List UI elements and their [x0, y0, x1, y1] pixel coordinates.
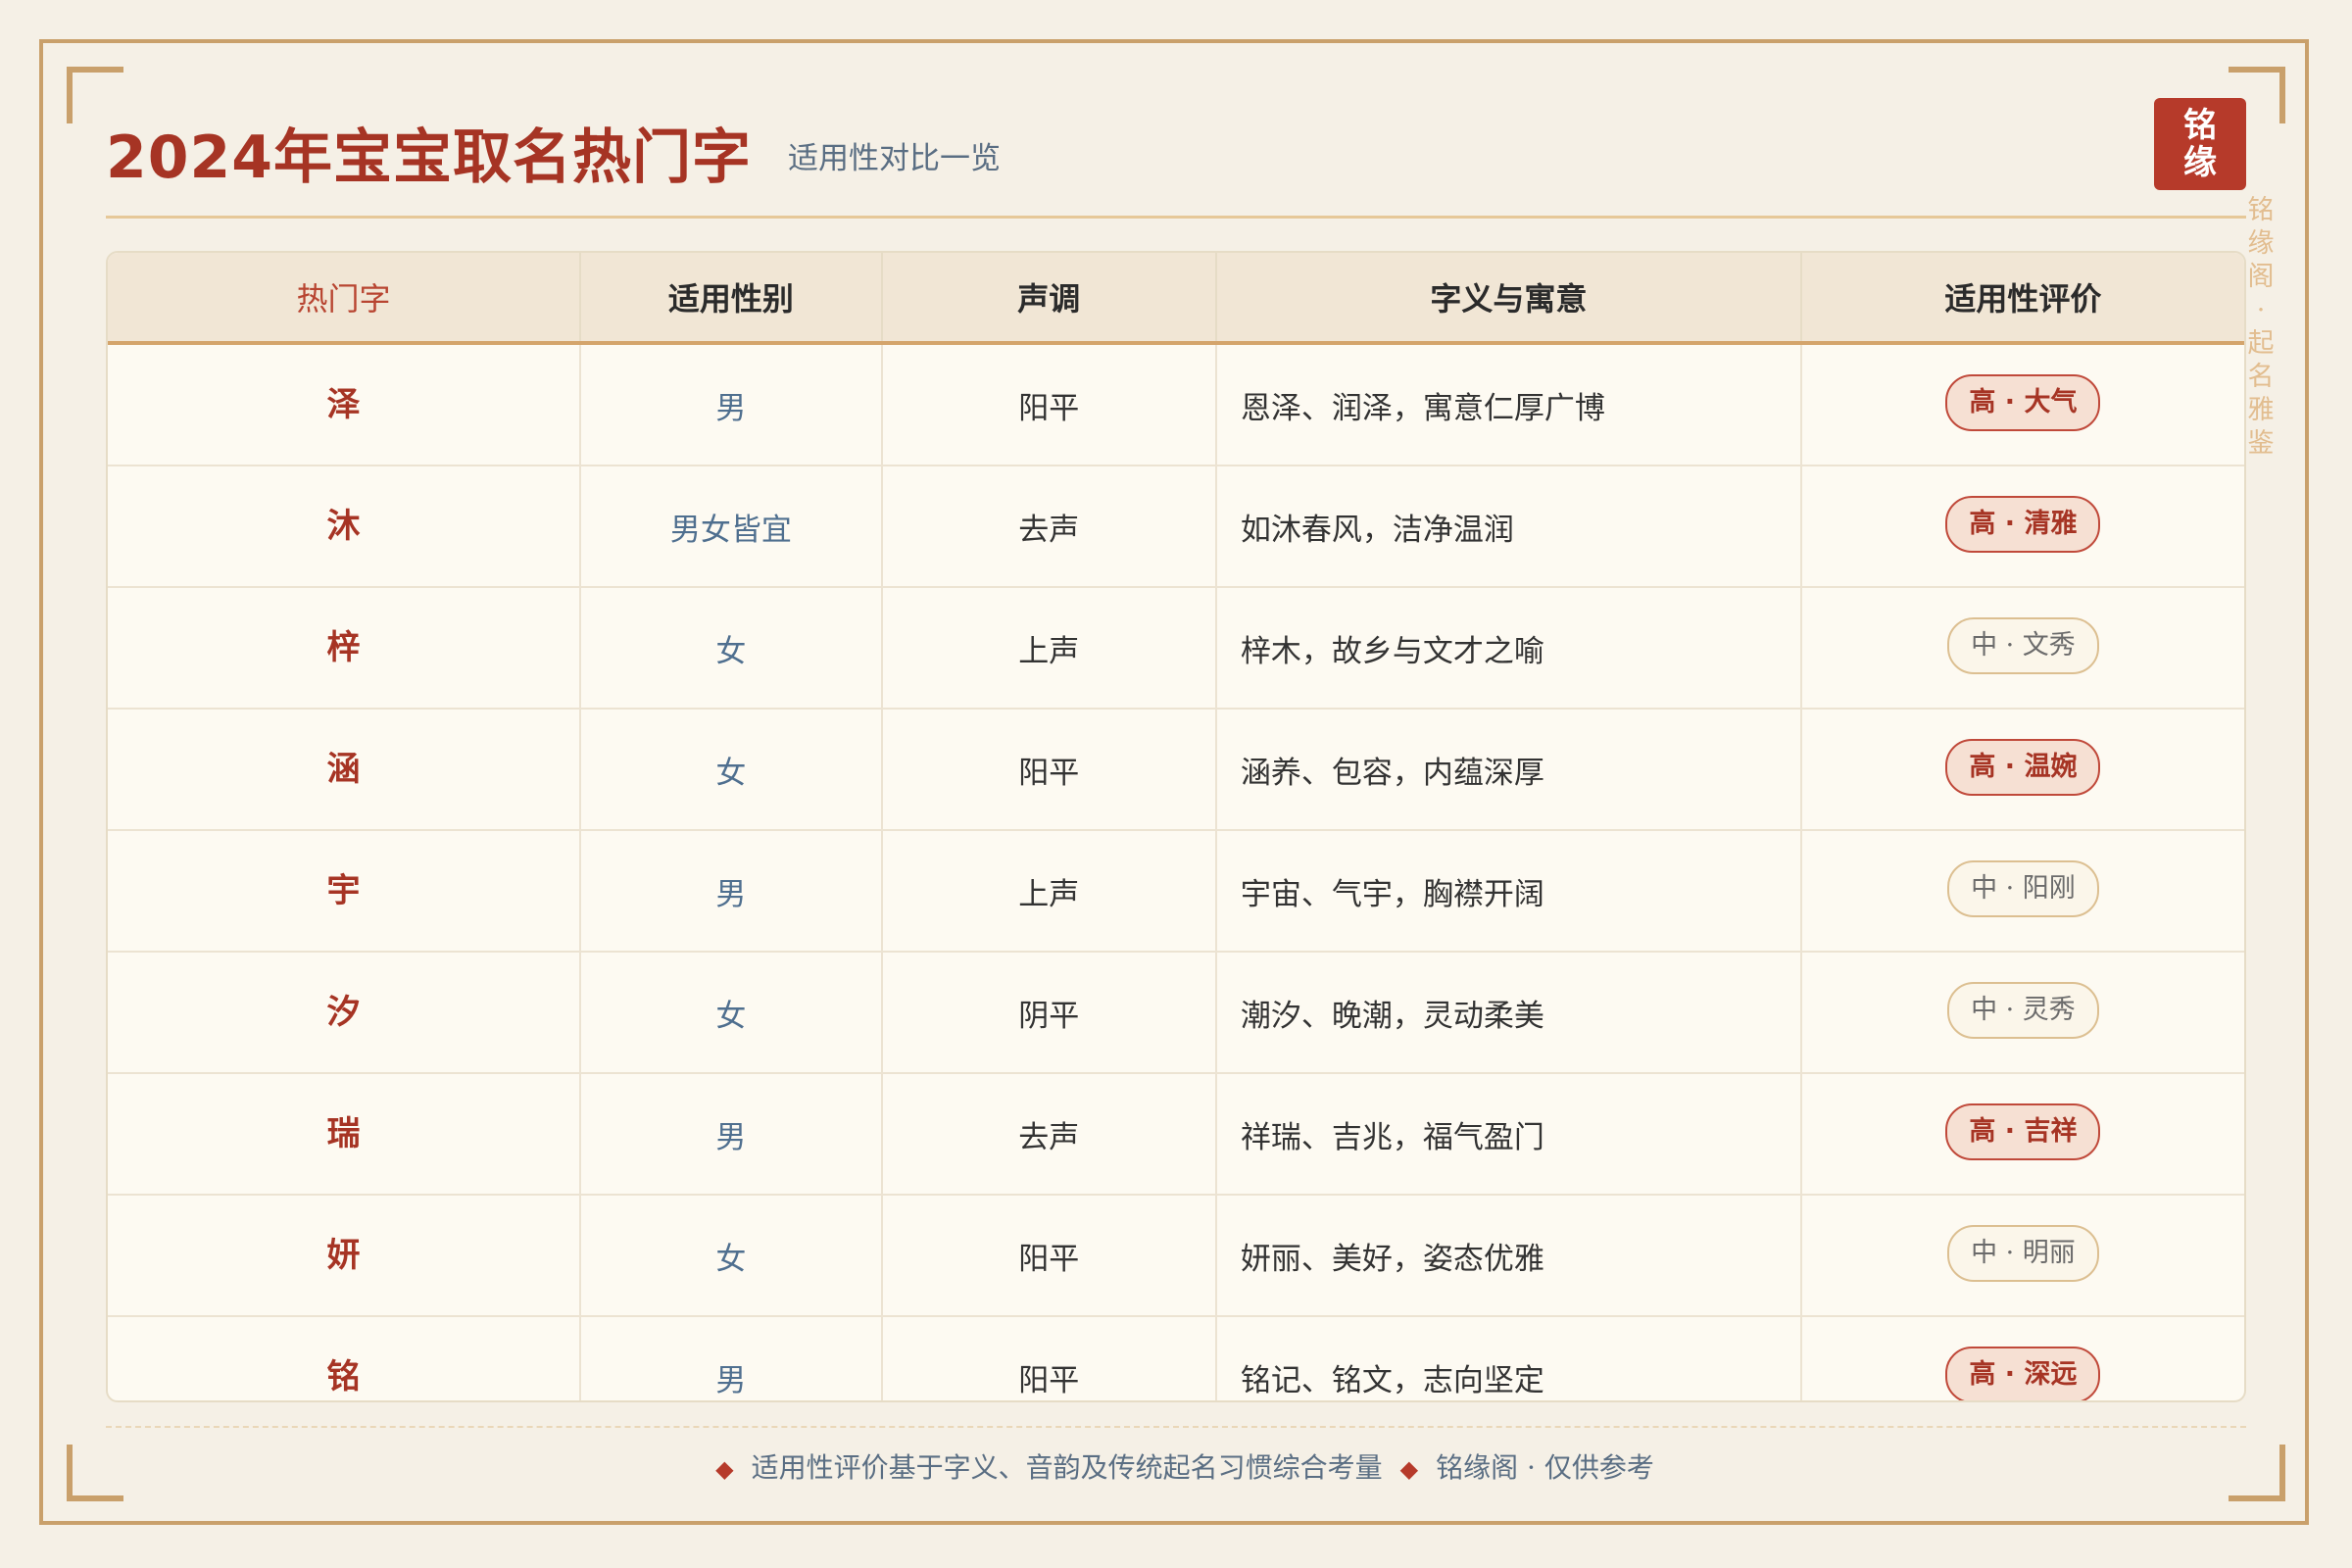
rating-badge: 中 · 文秀 [1947, 617, 2099, 674]
rating-cell: 中 · 阳刚 [1802, 831, 2244, 951]
tone-cell: 上声 [883, 588, 1217, 708]
tone-cell: 上声 [883, 831, 1217, 951]
rating-cell: 中 · 文秀 [1802, 588, 2244, 708]
meaning-cell: 涵养、包容，内蕴深厚 [1217, 710, 1802, 829]
header-cell-meaning: 字义与寓意 [1217, 253, 1802, 341]
rating-cell: 高 · 清雅 [1802, 466, 2244, 586]
table-row: 妍女阳平 妍丽、美好，姿态优雅 中 · 明丽 [108, 1196, 2244, 1317]
meaning-cell: 妍丽、美好，姿态优雅 [1217, 1196, 1802, 1315]
header-cell-tone: 声调 [883, 253, 1217, 341]
meaning-cell: 宇宙、气宇，胸襟开阔 [1217, 831, 1802, 951]
gender-cell: 女 [581, 1196, 883, 1315]
side-char: 雅 [2247, 395, 2275, 425]
rating-cell: 中 · 明丽 [1802, 1196, 2244, 1315]
page-subtitle: 适用性对比一览 [788, 141, 1001, 176]
page-title: 2024年宝宝取名热门字 [106, 123, 752, 192]
tone-cell: 阳平 [883, 1196, 1217, 1315]
rating-badge: 中 · 阳刚 [1947, 860, 2099, 917]
footer-divider [106, 1426, 2246, 1428]
diamond-icon: ◆ [715, 1455, 734, 1483]
gender-cell: 男 [581, 1317, 883, 1400]
gender-cell: 男 [581, 831, 883, 951]
tone-cell: 去声 [883, 1074, 1217, 1194]
table-body: 泽男阳平 恩泽、润泽，寓意仁厚广博高 · 大气沐男女皆宜 去声 如沐春风，洁净温润高 … [108, 345, 2244, 1400]
footer: ◆ 适用性评价基于字义、音韵及传统起名习惯综合考量 ◆ 铭缘阁 · 仅供参考 [0, 1446, 2352, 1486]
side-char: 阁 [2247, 262, 2275, 292]
char-cell: 妍 [108, 1196, 582, 1315]
table-row: 泽男阳平 恩泽、润泽，寓意仁厚广博 高 · 大气 [108, 345, 2244, 466]
table-row: 梓女上声 梓木，故乡与文才之喻 中 · 文秀 [108, 588, 2244, 710]
char-cell: 铭 [108, 1317, 582, 1400]
table-row: 汐女阴平 潮汐、晚潮，灵动柔美 中 · 灵秀 [108, 953, 2244, 1074]
table-header: 热门字 适用性别 声调 字义与寓意 适用性评价 [108, 253, 2244, 345]
rating-cell: 高 · 大气 [1802, 345, 2244, 465]
seal-char: 缘 [2183, 143, 2217, 182]
char-cell: 瑞 [108, 1074, 582, 1194]
char-cell: 泽 [108, 345, 582, 465]
rating-cell: 中 · 灵秀 [1802, 953, 2244, 1072]
header-cell-gender: 适用性别 [581, 253, 883, 341]
side-vertical-text: 铭 缘 阁 · 起 名 雅 鉴 [2246, 194, 2276, 461]
gender-cell: 女 [581, 588, 883, 708]
rating-badge: 中 · 明丽 [1947, 1225, 2099, 1282]
header-cell-char: 热门字 [108, 253, 582, 341]
rating-badge: 高 · 温婉 [1945, 739, 2101, 796]
rating-badge: 高 · 深远 [1945, 1347, 2101, 1400]
char-cell: 涵 [108, 710, 582, 829]
meaning-cell: 潮汐、晚潮，灵动柔美 [1217, 953, 1802, 1072]
seal-stamp: 铭 缘 [2154, 98, 2246, 190]
gender-cell: 男 [581, 345, 883, 465]
tone-cell: 阳平 [883, 710, 1217, 829]
gender-cell: 男女皆宜 [581, 466, 883, 586]
tone-cell: 阳平 [883, 1317, 1217, 1400]
gender-cell: 女 [581, 953, 883, 1072]
side-char: 鉴 [2247, 428, 2275, 459]
side-char: 铭 [2247, 195, 2275, 225]
table-row: 涵女阳平 涵养、包容，内蕴深厚 高 · 温婉 [108, 710, 2244, 831]
side-char: · [2256, 295, 2266, 325]
name-comparison-table: 热门字 适用性别 声调 字义与寓意 适用性评价 泽男阳平 恩泽、润泽，寓意仁厚广博… [106, 251, 2246, 1402]
diamond-icon: ◆ [1399, 1455, 1419, 1483]
side-char: 名 [2247, 362, 2275, 392]
gender-cell: 女 [581, 710, 883, 829]
char-cell: 宇 [108, 831, 582, 951]
meaning-cell: 梓木，故乡与文才之喻 [1217, 588, 1802, 708]
footer-note: 适用性评价基于字义、音韵及传统起名习惯综合考量 [751, 1451, 1383, 1484]
rating-badge: 中 · 灵秀 [1947, 982, 2099, 1039]
side-char: 起 [2247, 328, 2275, 359]
meaning-cell: 祥瑞、吉兆，福气盈门 [1217, 1074, 1802, 1194]
table-row: 瑞男去声 祥瑞、吉兆，福气盈门 高 · 吉祥 [108, 1074, 2244, 1196]
side-char: 缘 [2247, 228, 2275, 259]
meaning-cell: 铭记、铭文，志向坚定 [1217, 1317, 1802, 1400]
footer-brand: 铭缘阁 · 仅供参考 [1436, 1451, 1654, 1484]
table-row: 沐男女皆宜 去声 如沐春风，洁净温润 高 · 清雅 [108, 466, 2244, 588]
meaning-cell: 如沐春风，洁净温润 [1217, 466, 1802, 586]
tone-cell: 阴平 [883, 953, 1217, 1072]
header-cell-rating: 适用性评价 [1944, 280, 2102, 318]
seal-char: 铭 [2183, 106, 2217, 145]
char-cell: 沐 [108, 466, 582, 586]
rating-badge: 高 · 清雅 [1945, 496, 2101, 553]
rating-cell: 高 · 温婉 [1802, 710, 2244, 829]
tone-cell: 阳平 [883, 345, 1217, 465]
rating-cell: 高 · 吉祥 [1802, 1074, 2244, 1194]
char-cell: 梓 [108, 588, 582, 708]
table-row: 铭男阳平 铭记、铭文，志向坚定 高 · 深远 [108, 1317, 2244, 1400]
title-divider [106, 216, 2246, 219]
rating-badge: 高 · 吉祥 [1945, 1103, 2101, 1160]
meaning-cell: 恩泽、润泽，寓意仁厚广博 [1217, 345, 1802, 465]
gender-cell: 男 [581, 1074, 883, 1194]
tone-cell: 去声 [883, 466, 1217, 586]
char-cell: 汐 [108, 953, 582, 1072]
table-row: 宇男上声 宇宙、气宇，胸襟开阔 中 · 阳刚 [108, 831, 2244, 953]
rating-cell: 高 · 深远 [1802, 1317, 2244, 1400]
rating-badge: 高 · 大气 [1945, 374, 2101, 431]
